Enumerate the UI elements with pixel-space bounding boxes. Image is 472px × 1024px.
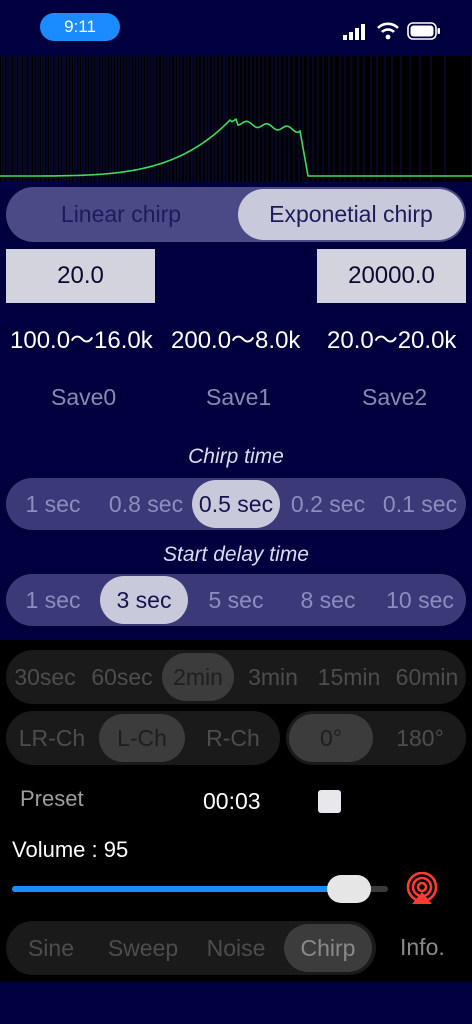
phase-control[interactable]: 0° 180° — [286, 711, 466, 765]
start-delay-5sec[interactable]: 5 sec — [190, 574, 282, 626]
duration-30sec[interactable]: 30sec — [6, 650, 84, 704]
save1-button[interactable]: Save1 — [206, 384, 271, 411]
timer-display: 00:03 — [203, 788, 261, 814]
start-delay-control[interactable]: 1 sec 3 sec 5 sec 8 sec 10 sec — [6, 574, 466, 626]
status-time: 9:11 — [40, 13, 120, 41]
start-delay-3sec[interactable]: 3 sec — [100, 576, 188, 624]
start-delay-8sec[interactable]: 8 sec — [282, 574, 374, 626]
chirp-time-1sec[interactable]: 1 sec — [8, 478, 98, 530]
chirp-time-0-2sec[interactable]: 0.2 sec — [282, 478, 374, 530]
preset0-range: 100.0〜16.0k — [10, 327, 153, 354]
phase-180[interactable]: 180° — [376, 711, 464, 765]
airplay-audio-icon[interactable] — [405, 872, 439, 904]
mode-sweep[interactable]: Sweep — [96, 921, 190, 975]
waveform-display — [0, 56, 472, 182]
start-delay-title: Start delay time — [163, 543, 309, 566]
save2-button[interactable]: Save2 — [362, 384, 427, 411]
exponential-chirp-option[interactable]: Exponetial chirp — [238, 189, 464, 240]
end-frequency-field[interactable]: 20000.0 — [317, 249, 466, 303]
save0-button[interactable]: Save0 — [51, 384, 116, 411]
home-indicator-area — [0, 982, 472, 1024]
status-bar: 9:11 — [0, 0, 472, 56]
chirp-time-0-5sec[interactable]: 0.5 sec — [192, 480, 280, 528]
volume-slider-thumb[interactable] — [327, 875, 372, 903]
chirp-time-title: Chirp time — [188, 445, 284, 468]
mode-noise[interactable]: Noise — [190, 921, 282, 975]
chirp-type-control[interactable]: Linear chirp Exponetial chirp — [6, 187, 466, 242]
duration-60min[interactable]: 60min — [388, 650, 466, 704]
chirp-time-control[interactable]: 1 sec 0.8 sec 0.5 sec 0.2 sec 0.1 sec — [6, 478, 466, 530]
channel-lr[interactable]: LR-Ch — [8, 711, 96, 765]
info-button[interactable]: Info. — [400, 934, 445, 961]
channel-left[interactable]: L-Ch — [99, 714, 185, 762]
duration-2min[interactable]: 2min — [162, 653, 234, 701]
loop-checkbox[interactable] — [318, 790, 341, 813]
preset-label[interactable]: Preset — [20, 786, 84, 812]
duration-15min[interactable]: 15min — [310, 650, 388, 704]
chirp-time-0-1sec[interactable]: 0.1 sec — [374, 478, 466, 530]
mode-sine[interactable]: Sine — [6, 921, 96, 975]
volume-slider-fill — [12, 886, 350, 892]
volume-slider-track[interactable] — [12, 875, 388, 903]
channel-right[interactable]: R-Ch — [188, 711, 278, 765]
battery-icon — [407, 22, 440, 40]
preset1-range: 200.0〜8.0k — [171, 327, 301, 354]
linear-chirp-option[interactable]: Linear chirp — [6, 187, 236, 242]
duration-3min[interactable]: 3min — [236, 650, 310, 704]
volume-label: Volume : 95 — [12, 837, 129, 862]
duration-control[interactable]: 30sec 60sec 2min 3min 15min 60min — [6, 650, 466, 704]
mode-chirp[interactable]: Chirp — [284, 924, 372, 972]
channel-control[interactable]: LR-Ch L-Ch R-Ch — [6, 711, 280, 765]
start-delay-10sec[interactable]: 10 sec — [374, 574, 466, 626]
start-frequency-field[interactable]: 20.0 — [6, 249, 155, 303]
mode-control[interactable]: Sine Sweep Noise Chirp — [6, 921, 376, 975]
duration-60sec[interactable]: 60sec — [84, 650, 160, 704]
start-delay-1sec[interactable]: 1 sec — [8, 574, 98, 626]
wifi-icon — [377, 22, 399, 40]
preset2-range: 20.0〜20.0k — [327, 327, 457, 354]
chirp-time-0-8sec[interactable]: 0.8 sec — [100, 478, 192, 530]
chirp-waveform — [0, 56, 472, 182]
cellular-signal-icon — [343, 24, 365, 40]
playback-panel: 30sec 60sec 2min 3min 15min 60min LR-Ch … — [0, 640, 472, 982]
phase-0[interactable]: 0° — [289, 714, 373, 762]
